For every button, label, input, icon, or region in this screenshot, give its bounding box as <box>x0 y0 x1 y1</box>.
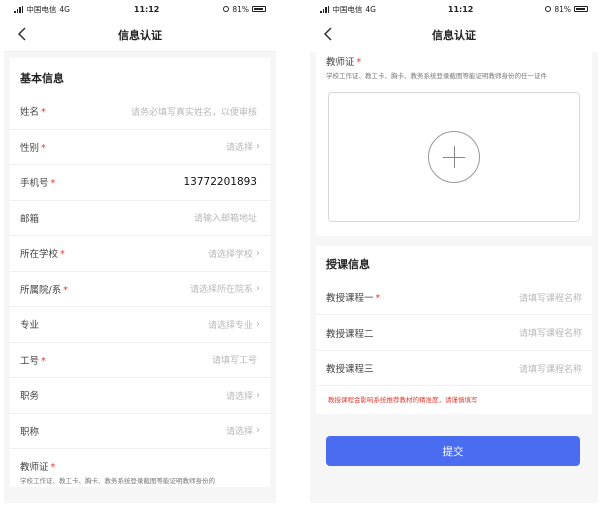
field-value[interactable]: 请填写课程名称 <box>519 362 582 375</box>
field-value[interactable]: 请选择学校 › <box>208 247 260 260</box>
field-value[interactable]: 请选择 › <box>226 389 260 402</box>
chevron-right-icon: › <box>256 141 260 153</box>
battery-icon <box>573 6 588 12</box>
field-label: 教授课程一 * <box>326 293 381 304</box>
field-label: 所在学校 * <box>20 249 65 261</box>
certificate-description: 学校工作证、教工卡、胸卡、教务系统登录截图等能证明教师身份的 <box>20 477 215 485</box>
course-note: 教授课程会影响系统推荐教材的精准度，请谨慎填写 <box>328 396 478 405</box>
back-arrow-icon[interactable] <box>322 27 336 41</box>
certificate-label: 教师证 * <box>20 462 56 473</box>
chevron-right-icon: › <box>256 389 260 401</box>
form-row[interactable]: 所在学校 * 请选择学校 › <box>10 236 270 272</box>
form-row[interactable]: 姓名 * 请务必填写真实姓名，以便审核 <box>10 94 270 130</box>
form-row[interactable]: 所属院/系 * 请选择所在院系 › <box>10 272 270 307</box>
carrier: 中国电信 <box>26 4 57 14</box>
field-value[interactable]: 请选择 › <box>226 424 260 437</box>
orientation-lock-icon <box>545 6 552 12</box>
network-type: 4G <box>365 4 376 14</box>
chevron-right-icon: › <box>256 283 260 295</box>
required-mark: * <box>63 284 68 296</box>
field-value[interactable]: 请务必填写真实姓名，以便审核 <box>131 105 260 118</box>
field-label: 性别 * <box>20 142 46 154</box>
basic-info-title: 基本信息 <box>20 72 64 85</box>
certificate-card: 教师证 * 学校工作证、教工卡、胸卡、教务系统登录截图等能证明教师身份的任一证件 <box>316 52 592 236</box>
certificate-label: 教师证 * <box>326 57 362 68</box>
status-time: 11:12 <box>133 4 160 14</box>
chevron-right-icon: › <box>256 247 260 259</box>
back-arrow-icon[interactable] <box>16 27 30 41</box>
signal-icon <box>14 5 24 13</box>
form-row[interactable]: 邮箱 请输入邮箱地址 <box>10 201 270 236</box>
basic-info-card: 基本信息 姓名 * 请务必填写真实姓名，以便审核性别 * 请选择 › 手机号 * 1377220… <box>10 58 270 487</box>
page-title: 信息认证 <box>118 28 162 42</box>
required-mark: * <box>50 178 56 190</box>
field-label: 所属院/系 * <box>20 284 68 296</box>
nav-bar: 信息认证 <box>310 18 598 52</box>
field-label: 工号 * <box>20 355 46 367</box>
form-row[interactable]: 手机号 * 13772201893 <box>10 165 270 201</box>
field-label: 职务 <box>20 391 40 403</box>
field-value[interactable]: 请填写课程名称 <box>519 326 582 339</box>
status-bar: 中国电信 4G 11:12 81% <box>4 0 276 18</box>
field-value[interactable]: 请选择 › <box>226 140 260 153</box>
field-label: 手机号 * <box>20 178 56 190</box>
chevron-right-icon: › <box>256 318 260 330</box>
battery-icon <box>251 6 266 12</box>
course-row[interactable]: 教授课程三 请填写课程名称 <box>316 351 592 387</box>
field-label: 教授课程二 <box>326 328 374 340</box>
certificate-description: 学校工作证、教工卡、胸卡、教务系统登录截图等能证明教师身份的任一证件 <box>326 72 547 80</box>
left-screen: 中国电信 4G 11:12 81% 信息认证 基本信息 姓名 * 请务必填写真实姓名… <box>4 0 276 503</box>
form-row[interactable]: 专业 请选择专业 › <box>10 307 270 343</box>
submit-button[interactable]: 提交 <box>326 436 580 467</box>
field-value[interactable]: 请选择专业 › <box>208 318 260 331</box>
form-row[interactable]: 职称 请选择 › <box>10 414 270 449</box>
orientation-lock-icon <box>223 6 230 12</box>
chevron-right-icon: › <box>256 425 260 437</box>
nav-bar: 信息认证 <box>4 18 276 52</box>
field-label: 邮箱 <box>20 213 40 225</box>
page-title: 信息认证 <box>432 29 476 42</box>
certificate-upload-area[interactable] <box>328 91 580 222</box>
carrier: 中国电信 <box>332 4 363 14</box>
course-info-card: 授课信息 教授课程一 * 请填写课程名称 教授课程二 请填写课程名称 教授课程三 请填写课程… <box>316 245 592 415</box>
course-info-title: 授课信息 <box>326 257 370 271</box>
field-value[interactable]: 请选择所在院系 › <box>190 282 260 295</box>
course-row[interactable]: 教授课程一 * 请填写课程名称 <box>316 280 592 316</box>
required-mark: * <box>375 293 381 304</box>
form-row[interactable]: 工号 * 请填写工号 <box>10 343 270 378</box>
status-time: 11:12 <box>447 4 474 14</box>
required-mark: * <box>41 355 46 367</box>
field-label: 职称 <box>20 426 40 438</box>
required-mark: * <box>41 107 46 119</box>
field-value[interactable]: 请填写工号 <box>212 353 260 366</box>
form-row[interactable]: 性别 * 请选择 › <box>10 130 270 165</box>
network-type: 4G <box>59 4 70 14</box>
field-value[interactable]: 请输入邮箱地址 <box>194 211 260 224</box>
required-mark: * <box>60 249 65 261</box>
battery-percent: 81% <box>232 4 249 14</box>
field-value[interactable]: 请填写课程名称 <box>519 291 582 304</box>
status-bar: 中国电信 4G 11:12 81% <box>310 0 598 18</box>
course-row[interactable]: 教授课程二 请填写课程名称 <box>316 315 592 351</box>
right-screen: 中国电信 4G 11:12 81% 信息认证 教师证 * 学校工作证、教工卡、胸卡… <box>310 0 598 503</box>
battery-percent: 81% <box>554 4 571 14</box>
field-label: 专业 <box>20 320 40 332</box>
required-mark: * <box>41 142 46 154</box>
signal-icon <box>320 5 330 13</box>
field-value[interactable]: 13772201893 <box>184 176 261 188</box>
add-photo-icon[interactable] <box>428 130 480 183</box>
field-label: 教授课程三 <box>326 364 374 375</box>
field-label: 姓名 * <box>20 107 46 119</box>
form-row[interactable]: 职务 请选择 › <box>10 378 270 414</box>
